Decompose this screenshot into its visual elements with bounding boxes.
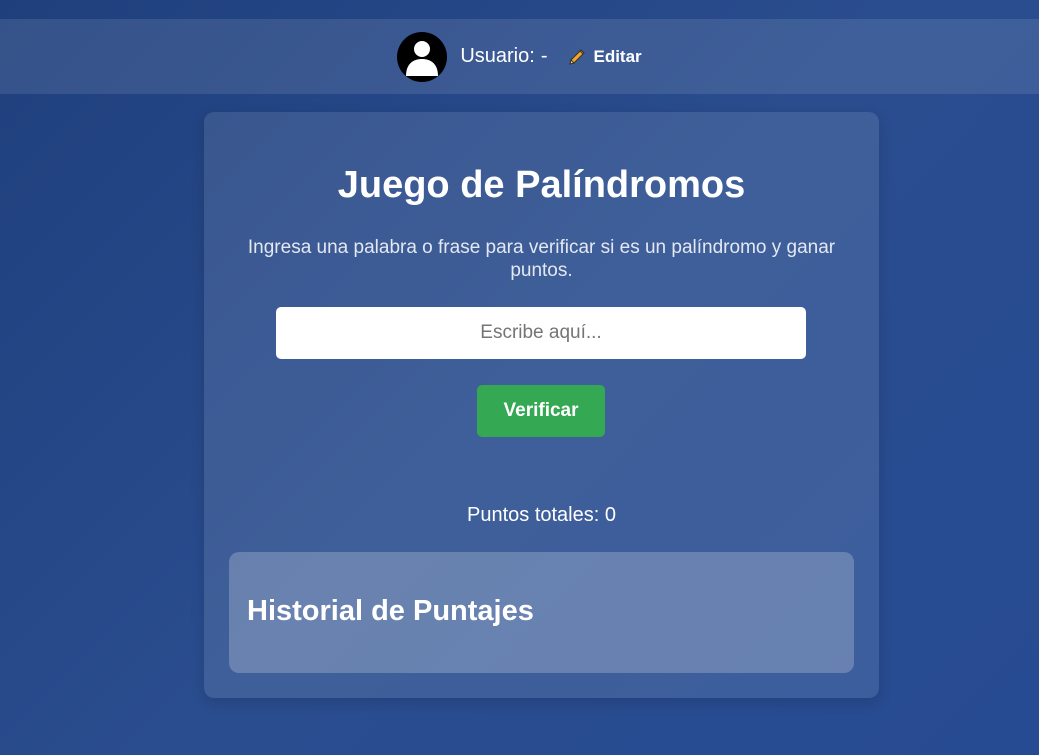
score-history-panel: Historial de Puntajes: [229, 552, 854, 673]
pencil-icon: [567, 47, 587, 67]
total-points-label: Puntos totales:: [467, 504, 600, 526]
edit-button-label: Editar: [593, 46, 642, 66]
user-label-text: Usuario:: [460, 45, 535, 67]
total-points-value: 0: [604, 504, 616, 526]
score-history-title: Historial de Puntajes: [247, 595, 534, 627]
user-header: Usuario: - Editar: [0, 19, 1039, 94]
verify-button-label: Verificar: [503, 400, 579, 421]
page-title: Juego de Palíndromos: [337, 164, 746, 206]
verify-button[interactable]: Verificar: [477, 385, 605, 437]
instructions-text: Ingresa una palabra o frase para verific…: [247, 237, 836, 281]
total-points: Puntos totales: 0: [204, 504, 879, 527]
palindrome-game-card: Juego de Palíndromos Ingresa una palabra…: [204, 112, 879, 698]
edit-user-button[interactable]: Editar: [567, 46, 642, 67]
user-avatar-icon: [397, 31, 448, 82]
palindrome-input[interactable]: [276, 307, 806, 359]
user-name-value: -: [540, 45, 548, 67]
user-label: Usuario: -: [460, 45, 547, 68]
